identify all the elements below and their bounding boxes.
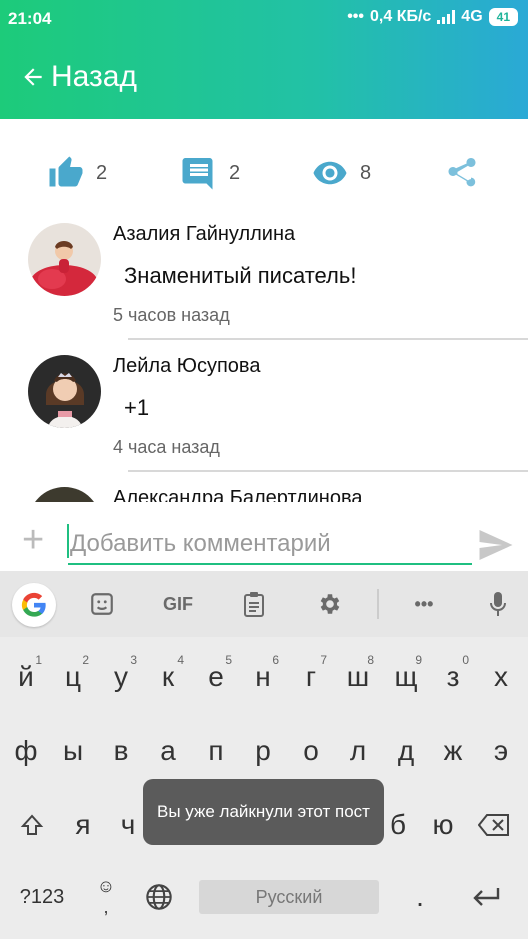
settings-gear-icon[interactable] (310, 584, 350, 624)
plus-icon[interactable]: + (22, 521, 44, 559)
avatar[interactable] (28, 487, 101, 502)
enter-icon (473, 888, 500, 906)
avatar[interactable] (28, 223, 101, 296)
key[interactable]: ы (51, 723, 95, 779)
clipboard-icon[interactable] (234, 584, 274, 624)
key[interactable]: щ9 (384, 649, 428, 705)
comment-icon (182, 158, 213, 190)
key[interactable]: п (194, 723, 238, 779)
battery-icon: 41 (488, 8, 518, 26)
sticker-icon[interactable] (82, 584, 122, 624)
keyboard-toolbar: GIF ••• (0, 571, 528, 637)
comment-item: Александра Балертдинова (0, 474, 528, 502)
app-header: 21:04 ••• 0,4 КБ/с 4G 41 Назад (0, 0, 528, 119)
key[interactable]: ю (421, 797, 465, 853)
language-key[interactable] (137, 869, 181, 925)
key[interactable]: ц2 (51, 649, 95, 705)
thumbs-up-icon (49, 156, 83, 187)
symbols-key[interactable]: ?123 (14, 869, 70, 925)
key[interactable]: э (479, 723, 523, 779)
divider (128, 338, 528, 340)
backspace-icon (478, 814, 509, 836)
comment-time: 4 часа назад (113, 437, 220, 457)
divider (128, 470, 528, 472)
comma-emoji-key[interactable]: ☺ , (90, 869, 122, 925)
dots-icon: ••• (347, 8, 364, 25)
share-button[interactable] (444, 155, 480, 191)
key[interactable]: в (99, 723, 143, 779)
comments-button[interactable]: 2 (181, 155, 240, 191)
key[interactable]: л (336, 723, 380, 779)
network-speed: 0,4 КБ/с (370, 8, 432, 25)
network-type: 4G (461, 8, 483, 25)
key[interactable]: р (241, 723, 285, 779)
key[interactable]: я (61, 797, 105, 853)
comment-time: 5 часов назад (113, 305, 230, 325)
key[interactable]: к4 (146, 649, 190, 705)
share-icon (448, 158, 476, 187)
comment-input[interactable] (68, 525, 472, 565)
key[interactable]: г7 (289, 649, 333, 705)
comments-count: 2 (229, 161, 241, 184)
shift-key[interactable] (10, 797, 54, 853)
views-count: 8 (360, 161, 372, 184)
likes-count: 2 (96, 161, 108, 184)
like-button[interactable]: 2 (48, 155, 107, 191)
status-time: 21:04 (8, 9, 52, 28)
views-indicator: 8 (312, 155, 371, 191)
key[interactable]: й1 (4, 649, 48, 705)
key[interactable]: е5 (194, 649, 238, 705)
key[interactable]: н6 (241, 649, 285, 705)
comment-author[interactable]: Азалия Гайнуллина (113, 223, 295, 246)
space-bar[interactable]: Русский (199, 880, 379, 914)
post-stats: 2 2 8 (0, 155, 528, 205)
key[interactable]: ф (4, 723, 48, 779)
key[interactable]: з0 (431, 649, 475, 705)
comment-item: Азалия Гайнуллина Знаменитый писатель! 5… (0, 210, 528, 342)
comment-composer: + (0, 505, 528, 571)
arrow-left-icon (24, 68, 42, 86)
backspace-key[interactable] (472, 797, 516, 853)
back-button[interactable]: Назад (20, 60, 137, 94)
shift-arrow-icon (20, 814, 44, 835)
key[interactable]: у3 (99, 649, 143, 705)
more-icon[interactable]: ••• (404, 584, 444, 624)
comment-text: +1 (124, 395, 150, 420)
comment-text: Знаменитый писатель! (124, 263, 357, 288)
comment-item: Лейла Юсупова +1 4 часа назад (0, 342, 528, 474)
toolbar-divider (377, 589, 379, 619)
eye-icon (313, 161, 347, 185)
comments-list[interactable]: Азалия Гайнуллина Знаменитый писатель! 5… (0, 210, 528, 502)
key[interactable]: о (289, 723, 333, 779)
status-bar: 21:04 ••• 0,4 КБ/с 4G 41 (0, 0, 528, 36)
text-caret (67, 524, 69, 558)
soft-keyboard: GIF ••• й1 ц2 у3 к4 е5 н6 г7 ш8 щ9 з0 х … (0, 571, 528, 939)
globe-icon (146, 884, 172, 910)
key[interactable]: а (146, 723, 190, 779)
key[interactable]: ж (431, 723, 475, 779)
status-indicators: ••• 0,4 КБ/с 4G 41 (347, 8, 518, 26)
toast-message: Вы уже лайкнули этот пост (143, 779, 384, 845)
key[interactable]: д (384, 723, 428, 779)
key[interactable]: х (479, 649, 523, 705)
microphone-icon[interactable] (478, 584, 518, 624)
avatar[interactable] (28, 355, 101, 428)
back-label: Назад (51, 60, 137, 93)
key[interactable]: ш8 (336, 649, 380, 705)
send-icon[interactable] (478, 530, 514, 560)
comment-author[interactable]: Александра Балертдинова (113, 487, 363, 502)
comment-author[interactable]: Лейла Юсупова (113, 355, 260, 378)
emoji-icon: ☺ (96, 876, 116, 896)
gif-button[interactable]: GIF (156, 584, 200, 624)
period-key[interactable]: . (398, 869, 442, 925)
enter-key[interactable] (464, 869, 508, 925)
signal-icon (437, 10, 456, 24)
google-icon[interactable] (12, 583, 56, 627)
